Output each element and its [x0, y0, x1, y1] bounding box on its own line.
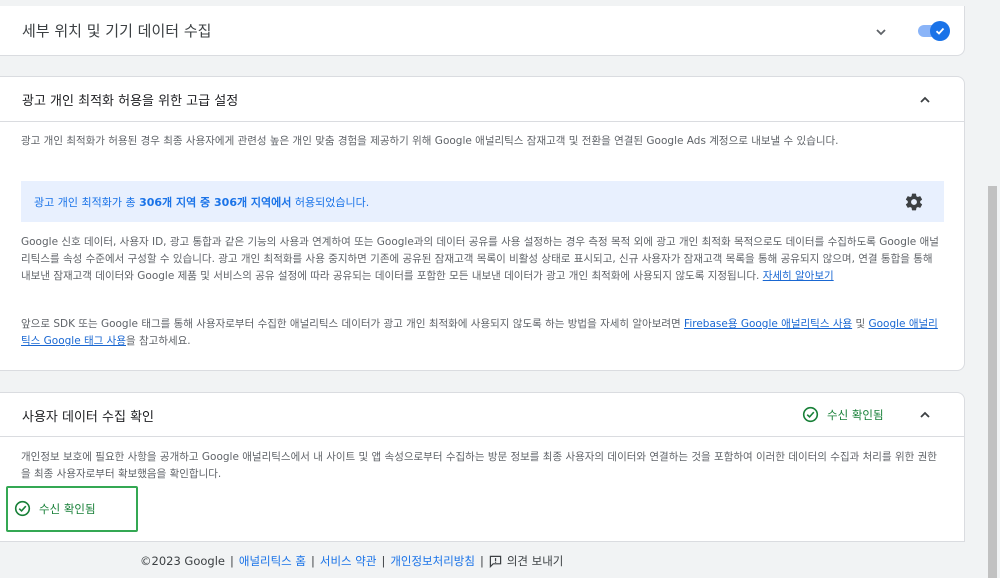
page-footer: ©2023 Google | 애널리틱스 홈 | 서비스 약관 | 개인정보처리…: [0, 543, 1000, 578]
analytics-home-link[interactable]: 애널리틱스 홈: [239, 553, 306, 569]
ads-personalization-header[interactable]: 광고 개인 최적화 허용을 위한 고급 설정: [0, 77, 964, 122]
learn-more-link[interactable]: 자세히 알아보기: [763, 270, 834, 282]
toggle-knob: [930, 21, 950, 41]
ads-region-banner: 광고 개인 최적화가 총 306개 지역 중 306개 지역에서 허용되었습니다…: [21, 181, 944, 222]
check-circle-icon: [14, 500, 31, 517]
user-data-title: 사용자 데이터 수집 확인: [22, 410, 154, 425]
feedback-icon: [489, 555, 502, 568]
footer-separator: |: [381, 554, 386, 568]
acknowledge-highlight-box[interactable]: 수신 확인됨: [6, 486, 138, 532]
privacy-link[interactable]: 개인정보처리방침: [390, 553, 475, 569]
ads-detail-description: Google 신호 데이터, 사용자 ID, 광고 통합과 같은 기능의 사용과…: [21, 236, 939, 282]
check-icon: [935, 27, 945, 35]
footer-links: ©2023 Google | 애널리틱스 홈 | 서비스 약관 | 개인정보처리…: [140, 553, 563, 569]
user-data-header[interactable]: 사용자 데이터 수집 확인 수신 확인됨: [0, 393, 964, 437]
user-data-card: 사용자 데이터 수집 확인 수신 확인됨 개인정보 보호에 필요한 사항을 공개…: [0, 392, 965, 542]
user-data-description: 개인정보 보호에 필요한 사항을 공개하고 Google 애널리틱스에서 내 사…: [21, 451, 937, 480]
ads-personalization-title: 광고 개인 최적화 허용을 위한 고급 설정: [22, 94, 239, 109]
footer-separator: |: [311, 554, 315, 568]
ads-description: 광고 개인 최적화가 허용된 경우 최종 사용자에게 관련성 높은 개인 맞춤 …: [21, 135, 839, 147]
scrollbar-thumb[interactable]: [988, 186, 997, 578]
acknowledged-status: 수신 확인됨: [802, 406, 884, 423]
ads-sdk-description: 앞으로 SDK 또는 Google 태그를 통해 사용자로부터 수집한 애널리틱…: [21, 318, 938, 347]
page-scrollbar[interactable]: [985, 0, 1000, 578]
firebase-link[interactable]: Firebase용 Google 애널리틱스 사용: [684, 318, 852, 330]
copyright-text: ©2023 Google: [140, 554, 225, 568]
footer-separator: |: [229, 554, 234, 568]
ads-personalization-card: 광고 개인 최적화 허용을 위한 고급 설정 광고 개인 최적화가 허용된 경우…: [0, 76, 965, 371]
check-circle-icon: [802, 406, 819, 423]
location-data-toggle[interactable]: [916, 21, 950, 41]
ads-region-text: 광고 개인 최적화가 총 306개 지역 중 306개 지역에서 허용되었습니다…: [34, 196, 370, 209]
terms-link[interactable]: 서비스 약관: [320, 553, 377, 569]
chevron-up-icon[interactable]: [915, 90, 935, 110]
acknowledged-status-label: 수신 확인됨: [827, 407, 884, 422]
footer-separator: |: [479, 554, 484, 568]
location-device-card: 세부 위치 및 기기 데이터 수집: [0, 6, 965, 56]
acknowledged-button[interactable]: 수신 확인됨: [14, 500, 96, 517]
acknowledged-button-label: 수신 확인됨: [39, 501, 96, 516]
chevron-down-icon[interactable]: [871, 22, 891, 42]
gear-icon[interactable]: [904, 192, 924, 212]
location-device-title: 세부 위치 및 기기 데이터 수집: [22, 22, 212, 40]
settings-page: 세부 위치 및 기기 데이터 수집 광고 개인 최적화 허용을 위한 고급 설정…: [0, 0, 1000, 578]
send-feedback-link[interactable]: 의견 보내기: [507, 553, 564, 569]
chevron-up-icon[interactable]: [915, 405, 935, 425]
